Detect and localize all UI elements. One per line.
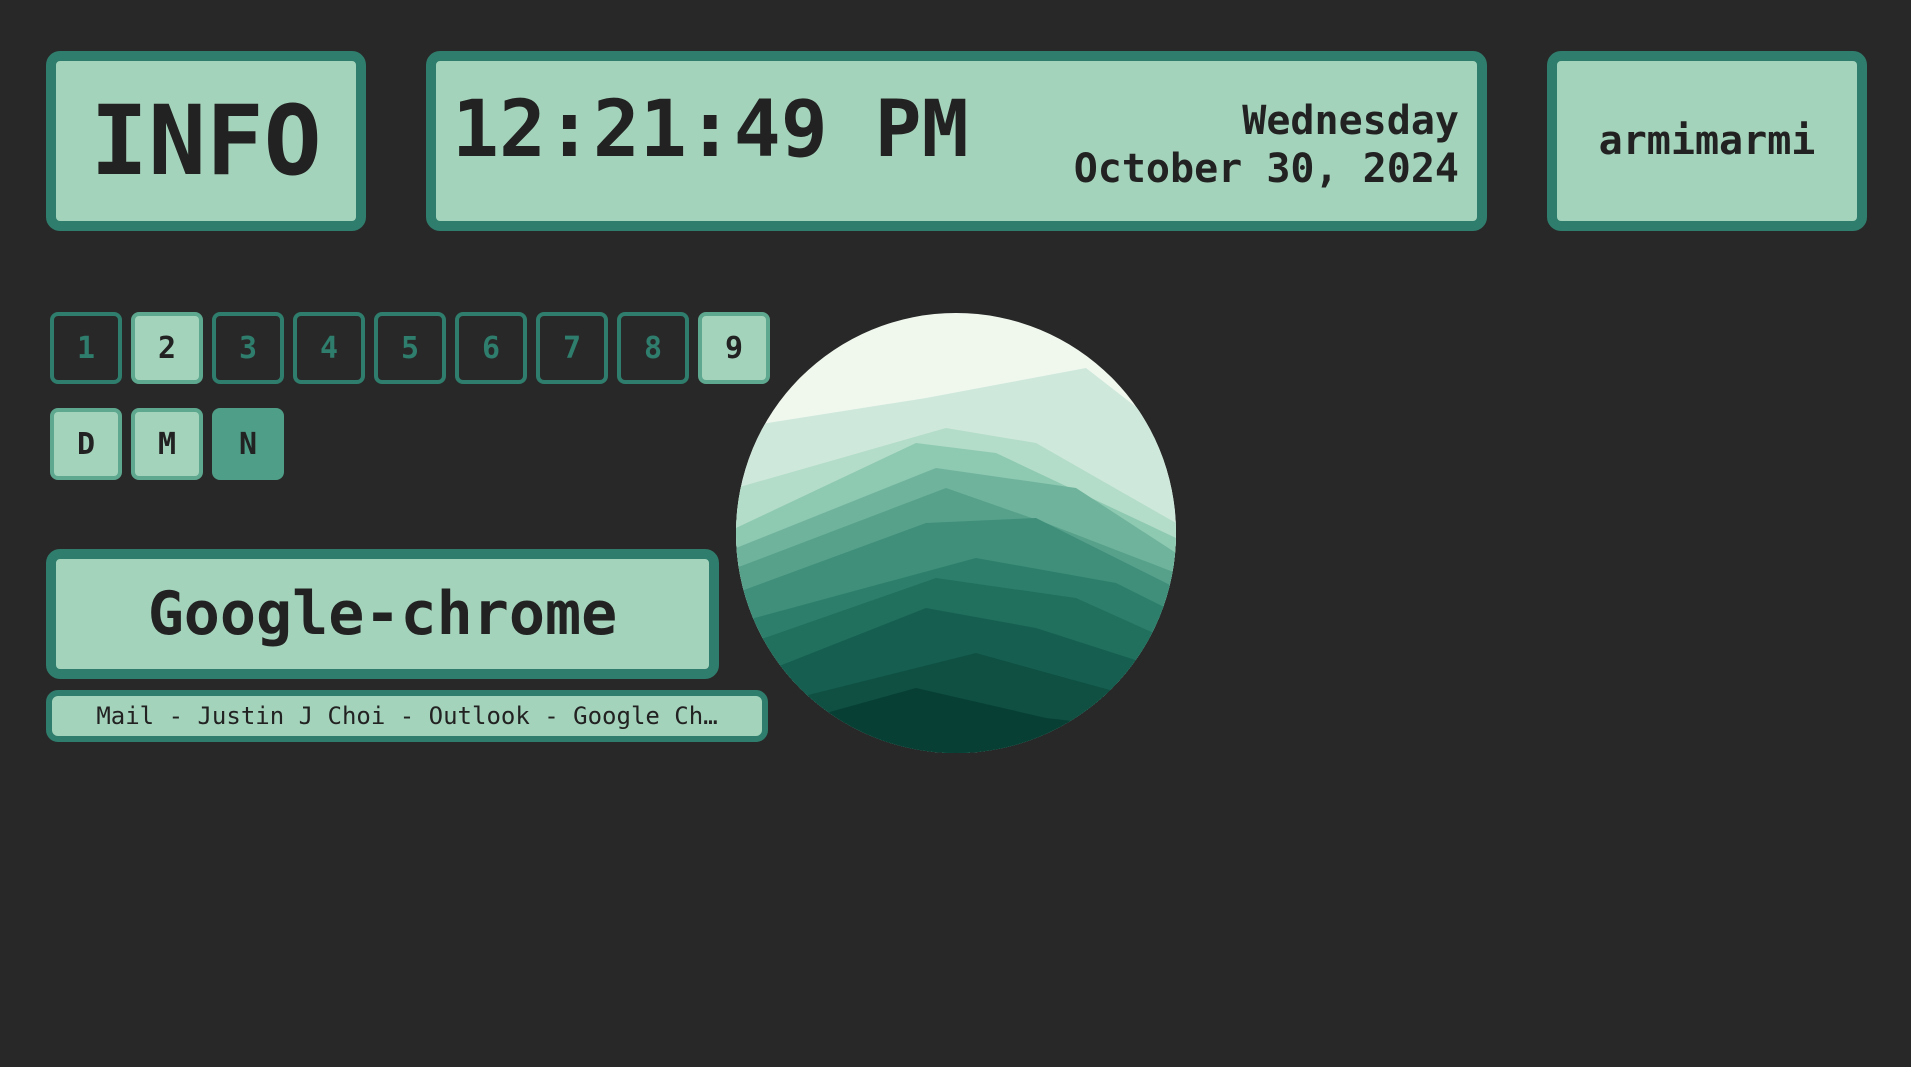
info-panel: INFO	[46, 51, 366, 231]
workspace-button-6[interactable]: 6	[455, 312, 527, 384]
clock-weekday: Wednesday	[1242, 98, 1459, 144]
mode-button-n[interactable]: N	[212, 408, 284, 480]
window-title-panel: Mail - Justin J Choi - Outlook - Google …	[46, 690, 768, 742]
mode-button-d[interactable]: D	[50, 408, 122, 480]
user-panel: armimarmi	[1547, 51, 1867, 231]
mode-label: M	[157, 426, 177, 462]
workspace-button-3[interactable]: 3	[212, 312, 284, 384]
clock-date: October 30, 2024	[1073, 146, 1459, 192]
info-label: INFO	[90, 85, 322, 197]
workspace-button-7[interactable]: 7	[536, 312, 608, 384]
active-app-name: Google-chrome	[147, 579, 618, 649]
active-app-panel: Google-chrome	[46, 549, 719, 679]
workspace-label: 3	[238, 330, 258, 366]
workspace-button-8[interactable]: 8	[617, 312, 689, 384]
mode-label: D	[76, 426, 96, 462]
workspace-button-2[interactable]: 2	[131, 312, 203, 384]
clock-panel: 12:21:49 PM Wednesday October 30, 2024	[426, 51, 1487, 231]
workspace-button-9[interactable]: 9	[698, 312, 770, 384]
workspace-button-5[interactable]: 5	[374, 312, 446, 384]
workspace-label: 2	[157, 330, 177, 366]
workspace-label: 9	[724, 330, 744, 366]
workspace-button-4[interactable]: 4	[293, 312, 365, 384]
clock-time: 12:21:49 PM	[452, 85, 969, 175]
workspace-label: 5	[400, 330, 420, 366]
window-title: Mail - Justin J Choi - Outlook - Google …	[96, 702, 718, 730]
mode-label: N	[238, 426, 258, 462]
workspace-label: 8	[643, 330, 663, 366]
clock-date-block: Wednesday October 30, 2024	[1074, 97, 1459, 193]
workspace-label: 4	[319, 330, 339, 366]
workspace-label: 1	[76, 330, 96, 366]
mountain-layers-avatar-icon	[736, 313, 1176, 753]
username: armimarmi	[1598, 118, 1816, 164]
workspace-button-1[interactable]: 1	[50, 312, 122, 384]
workspace-label: 6	[481, 330, 501, 366]
avatar-svg	[736, 313, 1176, 753]
workspace-label: 7	[562, 330, 582, 366]
mode-button-m[interactable]: M	[131, 408, 203, 480]
